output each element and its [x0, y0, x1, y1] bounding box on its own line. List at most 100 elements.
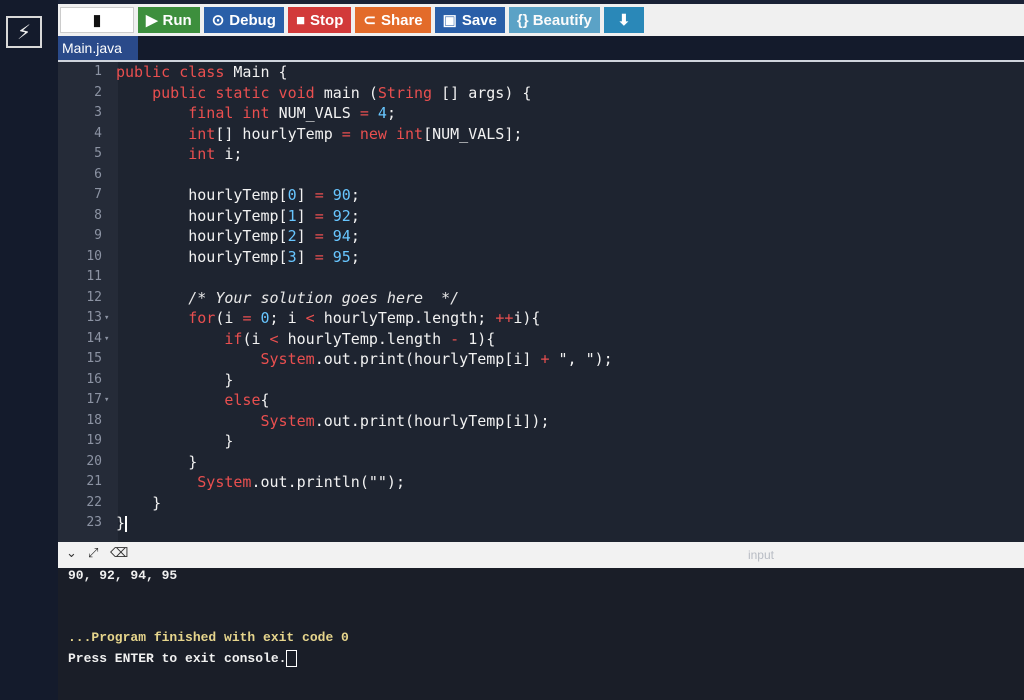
identifier: i; [224, 145, 243, 163]
identifier: NUM_VALS [278, 104, 360, 122]
save-label: Save [461, 11, 497, 29]
debug-button[interactable]: ⊙ Debug [203, 7, 284, 33]
stop-label: Stop [310, 11, 344, 29]
code-line[interactable]: for(i = 0; i < hourlyTemp.length; ++i){ [58, 308, 1024, 329]
clear-icon[interactable]: ⌫ [110, 546, 128, 561]
operator: = [341, 124, 360, 143]
beautify-label: {} Beautify [516, 11, 592, 29]
code-line[interactable]: } [58, 452, 1024, 473]
punct: ] [296, 186, 315, 204]
number: 94 [332, 227, 351, 245]
operator: + [540, 350, 559, 368]
download-button[interactable]: ⬇ [603, 7, 644, 33]
new-file-button[interactable]: ▮ [60, 7, 134, 33]
code-line[interactable]: int i; [58, 144, 1024, 165]
punct: ; [386, 104, 396, 122]
punct: ; [350, 186, 360, 204]
params: [] args) { [432, 83, 532, 102]
share-button[interactable]: ⊂ Share [355, 7, 431, 33]
operator: = [314, 206, 333, 225]
line-number-row: 11 [58, 267, 1024, 288]
class-ref: System [260, 350, 315, 368]
identifier: hourlyTemp[ [188, 206, 288, 225]
toolbar: ▮ ▶ Run ⊙ Debug ■ Stop ⊂ Share ▣ Save {}… [58, 4, 1024, 36]
identifier: hourlyTemp.length [287, 329, 451, 348]
expand-icon[interactable]: ⤢ [88, 546, 98, 561]
number: 90 [332, 186, 351, 204]
code-line[interactable]: System.out.print(hourlyTemp[i]); [58, 411, 1024, 432]
beautify-button[interactable]: {} Beautify [508, 7, 600, 33]
operator: - [450, 329, 469, 348]
code-line[interactable]: hourlyTemp[2] = 94; [58, 226, 1024, 247]
number: 0 [287, 186, 297, 204]
punct: ] [296, 247, 315, 266]
download-icon: ⬇ [617, 12, 631, 29]
code-line[interactable]: System.out.print(hourlyTemp[i] + ", "); [58, 349, 1024, 370]
code-line[interactable]: public class Main { [58, 62, 1024, 83]
console-output[interactable]: 90, 92, 94, 95 ...Program finished with … [58, 568, 1024, 700]
line-number: 6 [94, 166, 102, 182]
code-line[interactable]: } [58, 513, 1024, 534]
code-line[interactable]: } [58, 431, 1024, 452]
file-tab-main-java[interactable]: Main.java [58, 36, 138, 60]
code-line[interactable]: System.out.println(""); [58, 472, 1024, 493]
type-name: int [188, 124, 216, 143]
save-icon: ▣ [442, 12, 457, 29]
file-icon: ▮ [92, 12, 102, 29]
run-button[interactable]: ▶ Run [138, 7, 200, 33]
keyword: else [224, 391, 261, 409]
keyword: for [188, 309, 216, 327]
stop-icon: ■ [295, 11, 306, 29]
keyword: public class [116, 63, 234, 81]
code-line[interactable]: int[] hourlyTemp = new int[NUM_VALS]; [58, 124, 1024, 145]
code-line[interactable]: public static void main (String [] args)… [58, 83, 1024, 104]
chevron-down-icon[interactable]: ⌄ [66, 546, 77, 561]
code-line[interactable]: if(i < hourlyTemp.length - 1){ [58, 329, 1024, 350]
number: 4 [377, 104, 387, 122]
code-line[interactable]: hourlyTemp[0] = 90; [58, 185, 1024, 206]
comment: /* Your solution goes here */ [188, 288, 460, 307]
code-line[interactable]: else{ [58, 390, 1024, 411]
code-line[interactable]: /* Your solution goes here */ [58, 288, 1024, 309]
punct: ; [350, 227, 360, 245]
operator: = [242, 309, 261, 327]
stop-button[interactable]: ■ Stop [287, 7, 352, 33]
text-cursor [125, 515, 128, 532]
run-label: Run [162, 11, 192, 29]
method-name: main ( [323, 83, 378, 102]
identifier: hourlyTemp[ [188, 247, 288, 266]
identifier: .out.print(hourlyTemp[i] [314, 350, 541, 368]
operator: ++ [495, 309, 514, 327]
code-line[interactable]: final int NUM_VALS = 4; [58, 103, 1024, 124]
keyword: new int [359, 124, 424, 143]
punct: } [224, 370, 234, 389]
identifier: hourlyTemp.length; [323, 309, 496, 327]
identifier: hourlyTemp[ [188, 227, 288, 245]
share-label: Share [380, 11, 423, 29]
operator: = [314, 186, 333, 204]
code-editor[interactable]: 1 2 3 4 5 6 7 8 9 10 11 12 13 ▾ 14 ▾ 15 16 17 ▾ 18 19 20 21 22 23… [58, 62, 1024, 542]
number: 1 [287, 206, 297, 225]
keyword: final int [188, 104, 279, 122]
code-line[interactable]: hourlyTemp[3] = 95; [58, 247, 1024, 268]
identifier: .out.print(hourlyTemp[i]); [314, 411, 550, 430]
file-tab-label: Main.java [62, 40, 122, 56]
operator: = [359, 104, 378, 122]
identifier: [NUM_VALS]; [423, 124, 523, 143]
punct: ] [296, 206, 315, 225]
string: ", " [558, 350, 595, 368]
input-label: input [747, 548, 774, 562]
code-line[interactable]: } [58, 493, 1024, 514]
bolt-icon[interactable]: ⚡ [6, 16, 42, 48]
file-tab-bar: Main.java [58, 36, 1024, 62]
number: 2 [287, 227, 297, 245]
exit-message: ...Program finished with exit code 0 [68, 630, 349, 645]
keyword: if [224, 329, 243, 348]
share-icon: ⊂ [363, 12, 376, 29]
save-button[interactable]: ▣ Save [434, 7, 505, 33]
debug-label: Debug [229, 11, 276, 29]
code-line[interactable]: } [58, 370, 1024, 391]
output-line: 90, 92, 94, 95 [68, 568, 178, 583]
console-toolbar: ⌄ ⤢ ⌫ input [58, 542, 1024, 568]
code-line[interactable]: hourlyTemp[1] = 92; [58, 206, 1024, 227]
